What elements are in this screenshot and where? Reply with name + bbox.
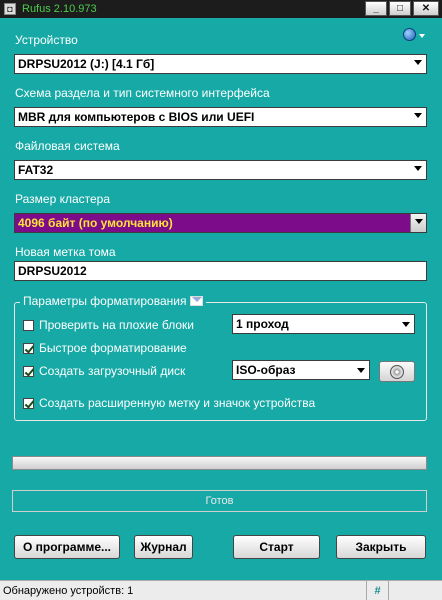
language-caret-icon[interactable] (419, 34, 425, 38)
hash-button[interactable]: # (367, 581, 389, 600)
maximize-button[interactable]: □ (389, 1, 411, 16)
close-window-button[interactable]: ✕ (413, 1, 439, 16)
rufus-window: ◘ Rufus 2.10.973 _ □ ✕ Устройство DRPSU2… (0, 0, 442, 600)
device-label: Устройство (15, 33, 78, 47)
select-image-button[interactable] (379, 361, 415, 382)
bad-blocks-checkbox[interactable] (23, 320, 34, 331)
devices-found-text: Обнаружено устройств: 1 (0, 581, 367, 600)
close-button[interactable]: Закрыть (336, 535, 426, 559)
chevron-down-icon (357, 368, 365, 373)
globe-icon[interactable] (403, 28, 416, 41)
extended-label-text: Создать расширенную метку и значок устро… (39, 396, 316, 410)
volume-label-input[interactable]: DRPSU2012 (14, 261, 427, 281)
device-value: DRPSU2012 (J:) [4.1 Гб] (18, 57, 155, 71)
chevron-down-icon (414, 60, 422, 65)
device-select[interactable]: DRPSU2012 (J:) [4.1 Гб] (14, 54, 427, 74)
cluster-label: Размер кластера (15, 192, 111, 206)
cluster-value: 4096 байт (по умолчанию) (18, 216, 173, 230)
about-button[interactable]: О программе... (14, 535, 120, 559)
log-button[interactable]: Журнал (134, 535, 193, 559)
window-controls: _ □ ✕ (365, 1, 439, 16)
cluster-size-select[interactable]: 4096 байт (по умолчанию) (14, 213, 427, 233)
partition-scheme-select[interactable]: MBR для компьютеров с BIOS или UEFI (14, 107, 427, 127)
passes-value: 1 проход (236, 317, 289, 331)
rufus-app-icon: ◘ (4, 3, 16, 15)
quick-format-checkbox[interactable] (23, 343, 34, 354)
bootable-label: Создать загрузочный диск (39, 364, 186, 378)
format-options-title-text: Параметры форматирования (23, 294, 187, 308)
chevron-down-icon (415, 219, 423, 224)
envelope-icon[interactable] (190, 296, 204, 306)
image-type-select[interactable]: ISO-образ (232, 360, 370, 380)
volume-label-caption: Новая метка тома (15, 245, 116, 259)
quick-format-label: Быстрое форматирование (39, 341, 187, 355)
chevron-down-icon (402, 322, 410, 327)
bad-blocks-label: Проверить на плохие блоки (39, 318, 194, 332)
filesystem-select[interactable]: FAT32 (14, 160, 427, 180)
chevron-down-icon (414, 166, 422, 171)
status-field: Готов (12, 490, 427, 512)
passes-select[interactable]: 1 проход (232, 314, 415, 334)
partition-label: Схема раздела и тип системного интерфейс… (15, 86, 270, 100)
minimize-button[interactable]: _ (365, 1, 387, 16)
dropdown-button[interactable] (410, 214, 426, 232)
chevron-down-icon (414, 113, 422, 118)
image-type-value: ISO-образ (236, 363, 296, 377)
extended-label-checkbox[interactable] (23, 398, 34, 409)
progress-bar (12, 456, 427, 470)
window-title: Rufus 2.10.973 (22, 3, 97, 15)
status-bar: Обнаружено устройств: 1 # (0, 580, 442, 600)
status-text: Готов (205, 495, 234, 507)
title-bar: ◘ Rufus 2.10.973 _ □ ✕ (0, 0, 442, 18)
bootable-checkbox[interactable] (23, 366, 34, 377)
filesystem-label: Файловая система (15, 139, 120, 153)
disc-icon (390, 364, 404, 379)
partition-value: MBR для компьютеров с BIOS или UEFI (18, 110, 255, 124)
filesystem-value: FAT32 (18, 163, 54, 177)
start-button[interactable]: Старт (233, 535, 320, 559)
format-options-title: Параметры форматирования (20, 294, 207, 308)
